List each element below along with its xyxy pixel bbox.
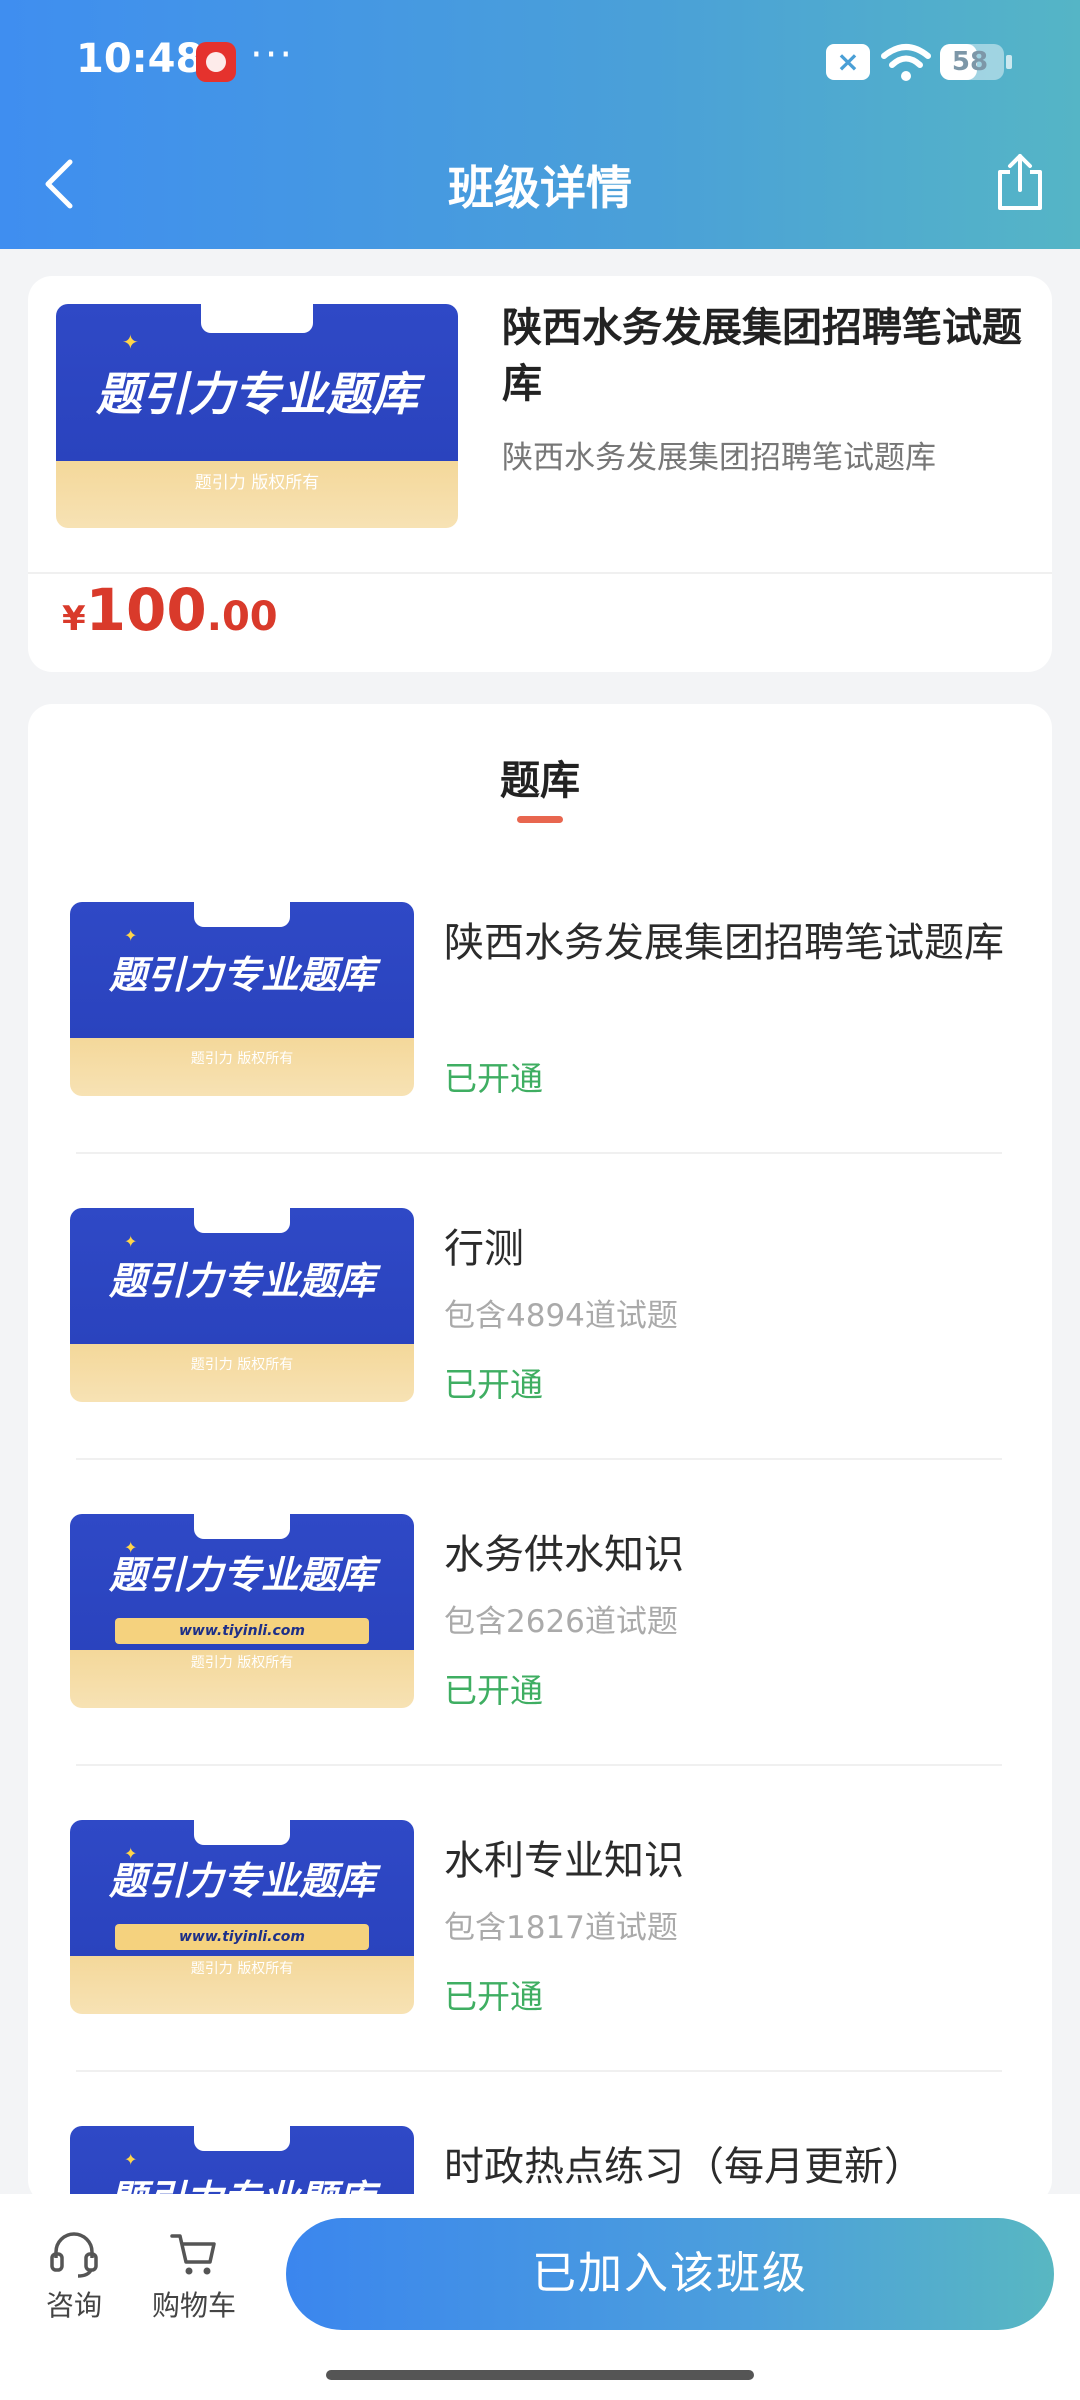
course-title: 陕西水务发展集团招聘笔试题库 xyxy=(502,305,1022,407)
bank-name: 陕西水务发展集团招聘笔试题库 xyxy=(444,920,1004,966)
bank-cover-image: ✦ 题引力专业题库 xyxy=(70,2126,414,2204)
joined-class-button[interactable]: 已加入该班级 xyxy=(286,2218,1054,2330)
divider xyxy=(76,1764,1002,1766)
bank-name: 时政热点练习（每月更新） xyxy=(444,2144,924,2190)
bank-question-count: 包含2626道试题 xyxy=(444,1604,678,1640)
divider xyxy=(76,2070,1002,2072)
status-bar: 10:48 ··· × 58 xyxy=(0,30,1080,94)
bank-status: 已开通 xyxy=(444,1671,543,1710)
consult-button[interactable]: 咨询 xyxy=(14,2230,134,2324)
home-indicator[interactable] xyxy=(326,2370,754,2380)
cart-label: 购物车 xyxy=(151,2289,236,2322)
cover-brand-tab xyxy=(200,304,314,334)
cover-title: 题引力专业题库 xyxy=(108,1859,375,1903)
bank-cover-image: ✦ 题引力专业题库 www.tiyinli.com 题引力 版权所有 xyxy=(70,1820,414,2014)
bottom-action-bar: 咨询 购物车 已加入该班级 xyxy=(0,2194,1080,2400)
cover-brand-tab xyxy=(193,902,291,928)
cover-copyright: 题引力 版权所有 xyxy=(190,1357,294,1373)
price-currency: ¥ xyxy=(62,599,86,639)
cover-brand-tab xyxy=(193,1208,291,1234)
star-icon: ✦ xyxy=(122,330,139,354)
bank-list-item[interactable]: ✦ 题引力专业题库 时政热点练习（每月更新） xyxy=(28,2126,1052,2204)
status-time: 10:48 xyxy=(76,36,204,82)
app-notification-icon xyxy=(196,42,236,82)
cover-copyright: 题引力 版权所有 xyxy=(190,1961,294,1977)
more-notifications-icon: ··· xyxy=(250,32,295,78)
divider xyxy=(28,572,1052,574)
course-subtitle: 陕西水务发展集团招聘笔试题库 xyxy=(502,440,936,476)
header-bar: 10:48 ··· × 58 班级详情 xyxy=(0,0,1080,249)
course-price: ¥100.00 xyxy=(62,576,278,644)
cover-url: www.tiyinli.com xyxy=(114,1618,370,1644)
cover-brand-tab xyxy=(193,1514,291,1540)
price-integer: 100 xyxy=(85,576,207,644)
cover-title: 题引力专业题库 xyxy=(108,1259,375,1303)
bank-status: 已开通 xyxy=(444,1059,543,1098)
bank-name: 水务供水知识 xyxy=(444,1532,684,1578)
bank-status: 已开通 xyxy=(444,1365,543,1404)
section-title-underline xyxy=(517,816,563,823)
question-bank-card: 题库 ✦ 题引力专业题库 题引力 版权所有 陕西水务发展集团招聘笔试题库 已开通… xyxy=(28,704,1052,2204)
bank-question-count: 包含4894道试题 xyxy=(444,1298,678,1334)
bank-status: 已开通 xyxy=(444,1977,543,2016)
bank-question-count: 包含1817道试题 xyxy=(444,1910,678,1946)
bank-name: 行测 xyxy=(444,1226,524,1272)
bank-list-item[interactable]: ✦ 题引力专业题库 www.tiyinli.com 题引力 版权所有 水利专业知… xyxy=(28,1820,1052,2126)
page-title: 班级详情 xyxy=(448,161,632,215)
battery-icon: 58 xyxy=(940,44,1012,80)
cover-title: 题引力专业题库 xyxy=(108,1553,375,1597)
course-summary-card: ✦ 题引力专业题库 题引力 版权所有 陕西水务发展集团招聘笔试题库 陕西水务发展… xyxy=(28,276,1052,672)
consult-label: 咨询 xyxy=(45,2289,102,2322)
bank-cover-image: ✦ 题引力专业题库 题引力 版权所有 xyxy=(70,1208,414,1402)
cover-brand-tab xyxy=(193,1820,291,1846)
bank-cover-image: ✦ 题引力专业题库 www.tiyinli.com 题引力 版权所有 xyxy=(70,1514,414,1708)
cart-icon xyxy=(170,2234,216,2275)
cover-copyright: 题引力 版权所有 xyxy=(194,473,320,493)
cart-button[interactable]: 购物车 xyxy=(134,2230,254,2324)
star-icon: ✦ xyxy=(124,926,138,945)
star-icon: ✦ xyxy=(124,1232,138,1251)
divider xyxy=(76,1458,1002,1460)
bank-name: 水利专业知识 xyxy=(444,1838,684,1884)
section-title: 题库 xyxy=(500,758,580,804)
headset-icon xyxy=(50,2232,98,2278)
cover-title: 题引力专业题库 xyxy=(108,953,375,997)
cover-copyright: 题引力 版权所有 xyxy=(190,1655,294,1671)
cover-copyright: 题引力 版权所有 xyxy=(190,1051,294,1067)
wifi-icon xyxy=(881,44,931,81)
price-decimal: .00 xyxy=(206,594,278,640)
cover-url: www.tiyinli.com xyxy=(114,1924,370,1950)
star-icon: ✦ xyxy=(124,2150,138,2169)
battery-level: 58 xyxy=(951,47,989,77)
cover-brand-tab xyxy=(193,2126,291,2152)
bank-list-item[interactable]: ✦ 题引力专业题库 题引力 版权所有 陕西水务发展集团招聘笔试题库 已开通 xyxy=(28,902,1052,1208)
bank-list-item[interactable]: ✦ 题引力专业题库 题引力 版权所有 行测 包含4894道试题 已开通 xyxy=(28,1208,1052,1514)
no-sim-icon: × xyxy=(826,44,870,80)
bank-cover-image: ✦ 题引力专业题库 题引力 版权所有 xyxy=(70,902,414,1096)
cover-title: 题引力专业题库 xyxy=(96,367,418,421)
share-icon[interactable] xyxy=(996,152,1044,212)
course-cover-image: ✦ 题引力专业题库 题引力 版权所有 xyxy=(56,304,458,528)
bank-list-item[interactable]: ✦ 题引力专业题库 www.tiyinli.com 题引力 版权所有 水务供水知… xyxy=(28,1514,1052,1820)
divider xyxy=(76,1152,1002,1154)
